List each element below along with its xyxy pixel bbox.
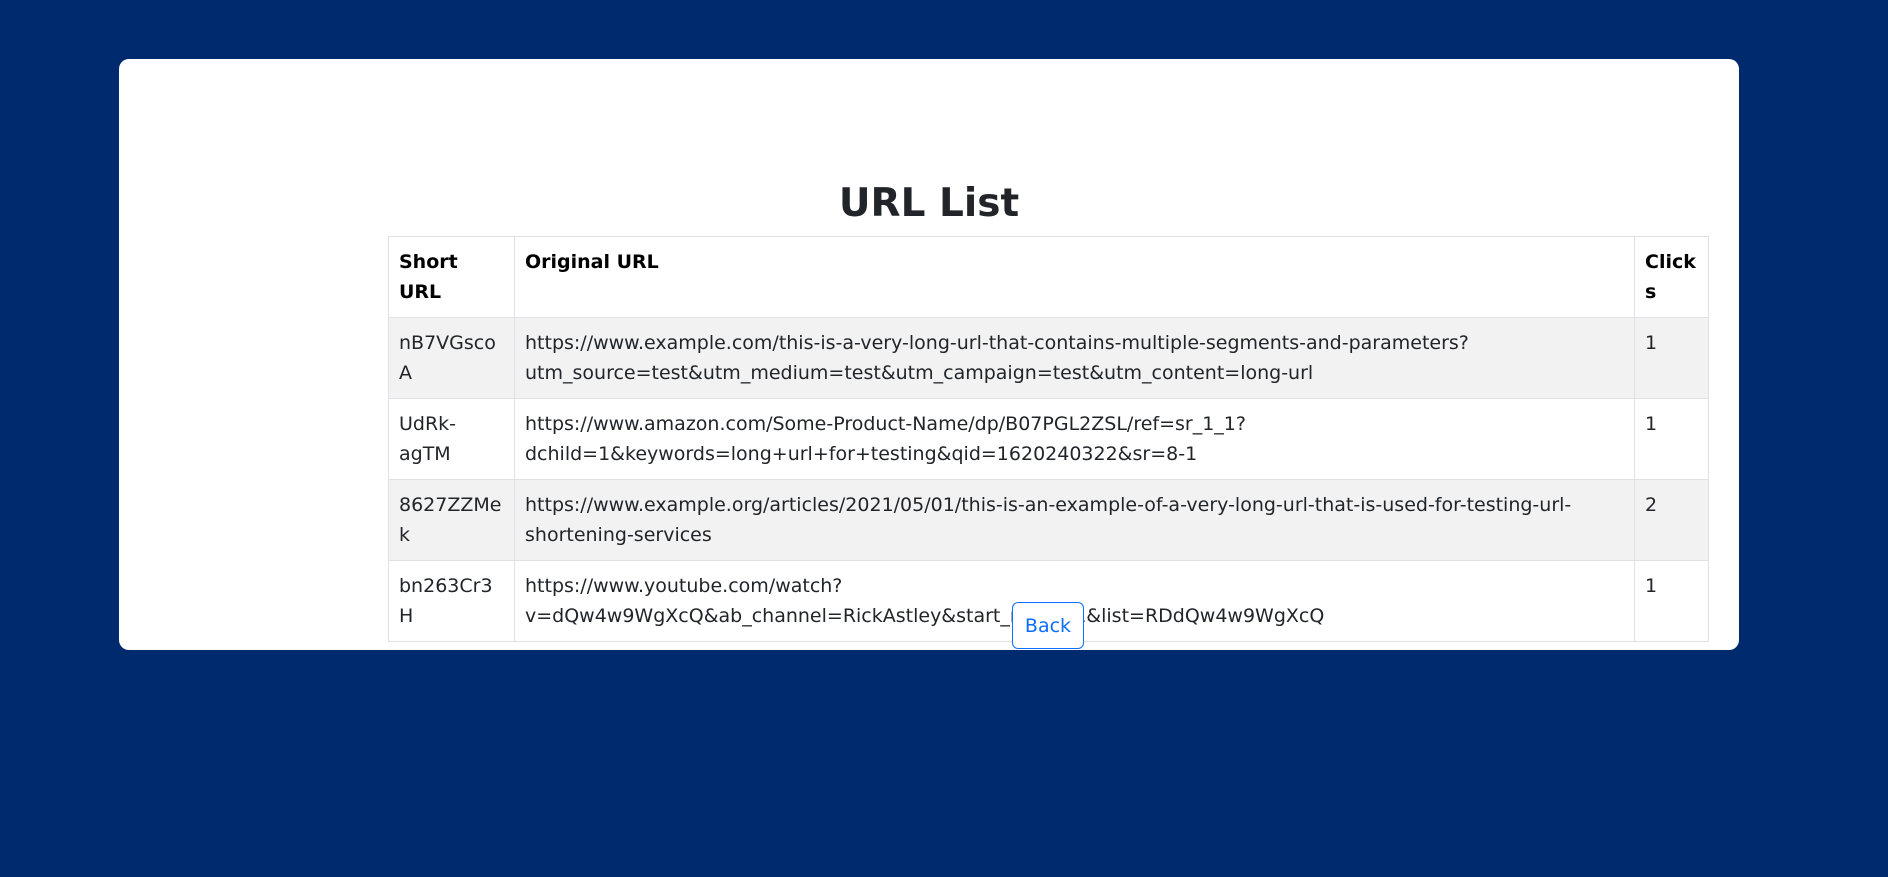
header-original-url: Original URL bbox=[514, 236, 1635, 318]
page-title: URL List bbox=[838, 181, 1020, 226]
short-url-cell: UdRk-agTM bbox=[388, 398, 515, 480]
clicks-cell: 1 bbox=[1634, 560, 1709, 642]
clicks-cell: 1 bbox=[1634, 317, 1709, 399]
table-row: UdRk-agTM https://www.amazon.com/Some-Pr… bbox=[388, 398, 1709, 480]
table-row: 8627ZZMek https://www.example.org/articl… bbox=[388, 479, 1709, 561]
header-clicks: Clicks bbox=[1634, 236, 1709, 318]
content-card: URL List Short URL Original URL Clicks n… bbox=[119, 59, 1739, 650]
original-url-cell: https://www.example.org/articles/2021/05… bbox=[514, 479, 1635, 561]
back-button[interactable]: Back bbox=[1012, 602, 1084, 649]
original-url-cell: https://www.example.com/this-is-a-very-l… bbox=[514, 317, 1635, 399]
table-row: nB7VGscoA https://www.example.com/this-i… bbox=[388, 317, 1709, 399]
clicks-cell: 1 bbox=[1634, 398, 1709, 480]
short-url-cell: 8627ZZMek bbox=[388, 479, 515, 561]
clicks-cell: 2 bbox=[1634, 479, 1709, 561]
short-url-cell: nB7VGscoA bbox=[388, 317, 515, 399]
header-short-url: Short URL bbox=[388, 236, 515, 318]
short-url-cell: bn263Cr3H bbox=[388, 560, 515, 642]
url-table: Short URL Original URL Clicks nB7VGscoA … bbox=[388, 236, 1709, 642]
original-url-cell: https://www.amazon.com/Some-Product-Name… bbox=[514, 398, 1635, 480]
table-header-row: Short URL Original URL Clicks bbox=[388, 236, 1709, 318]
